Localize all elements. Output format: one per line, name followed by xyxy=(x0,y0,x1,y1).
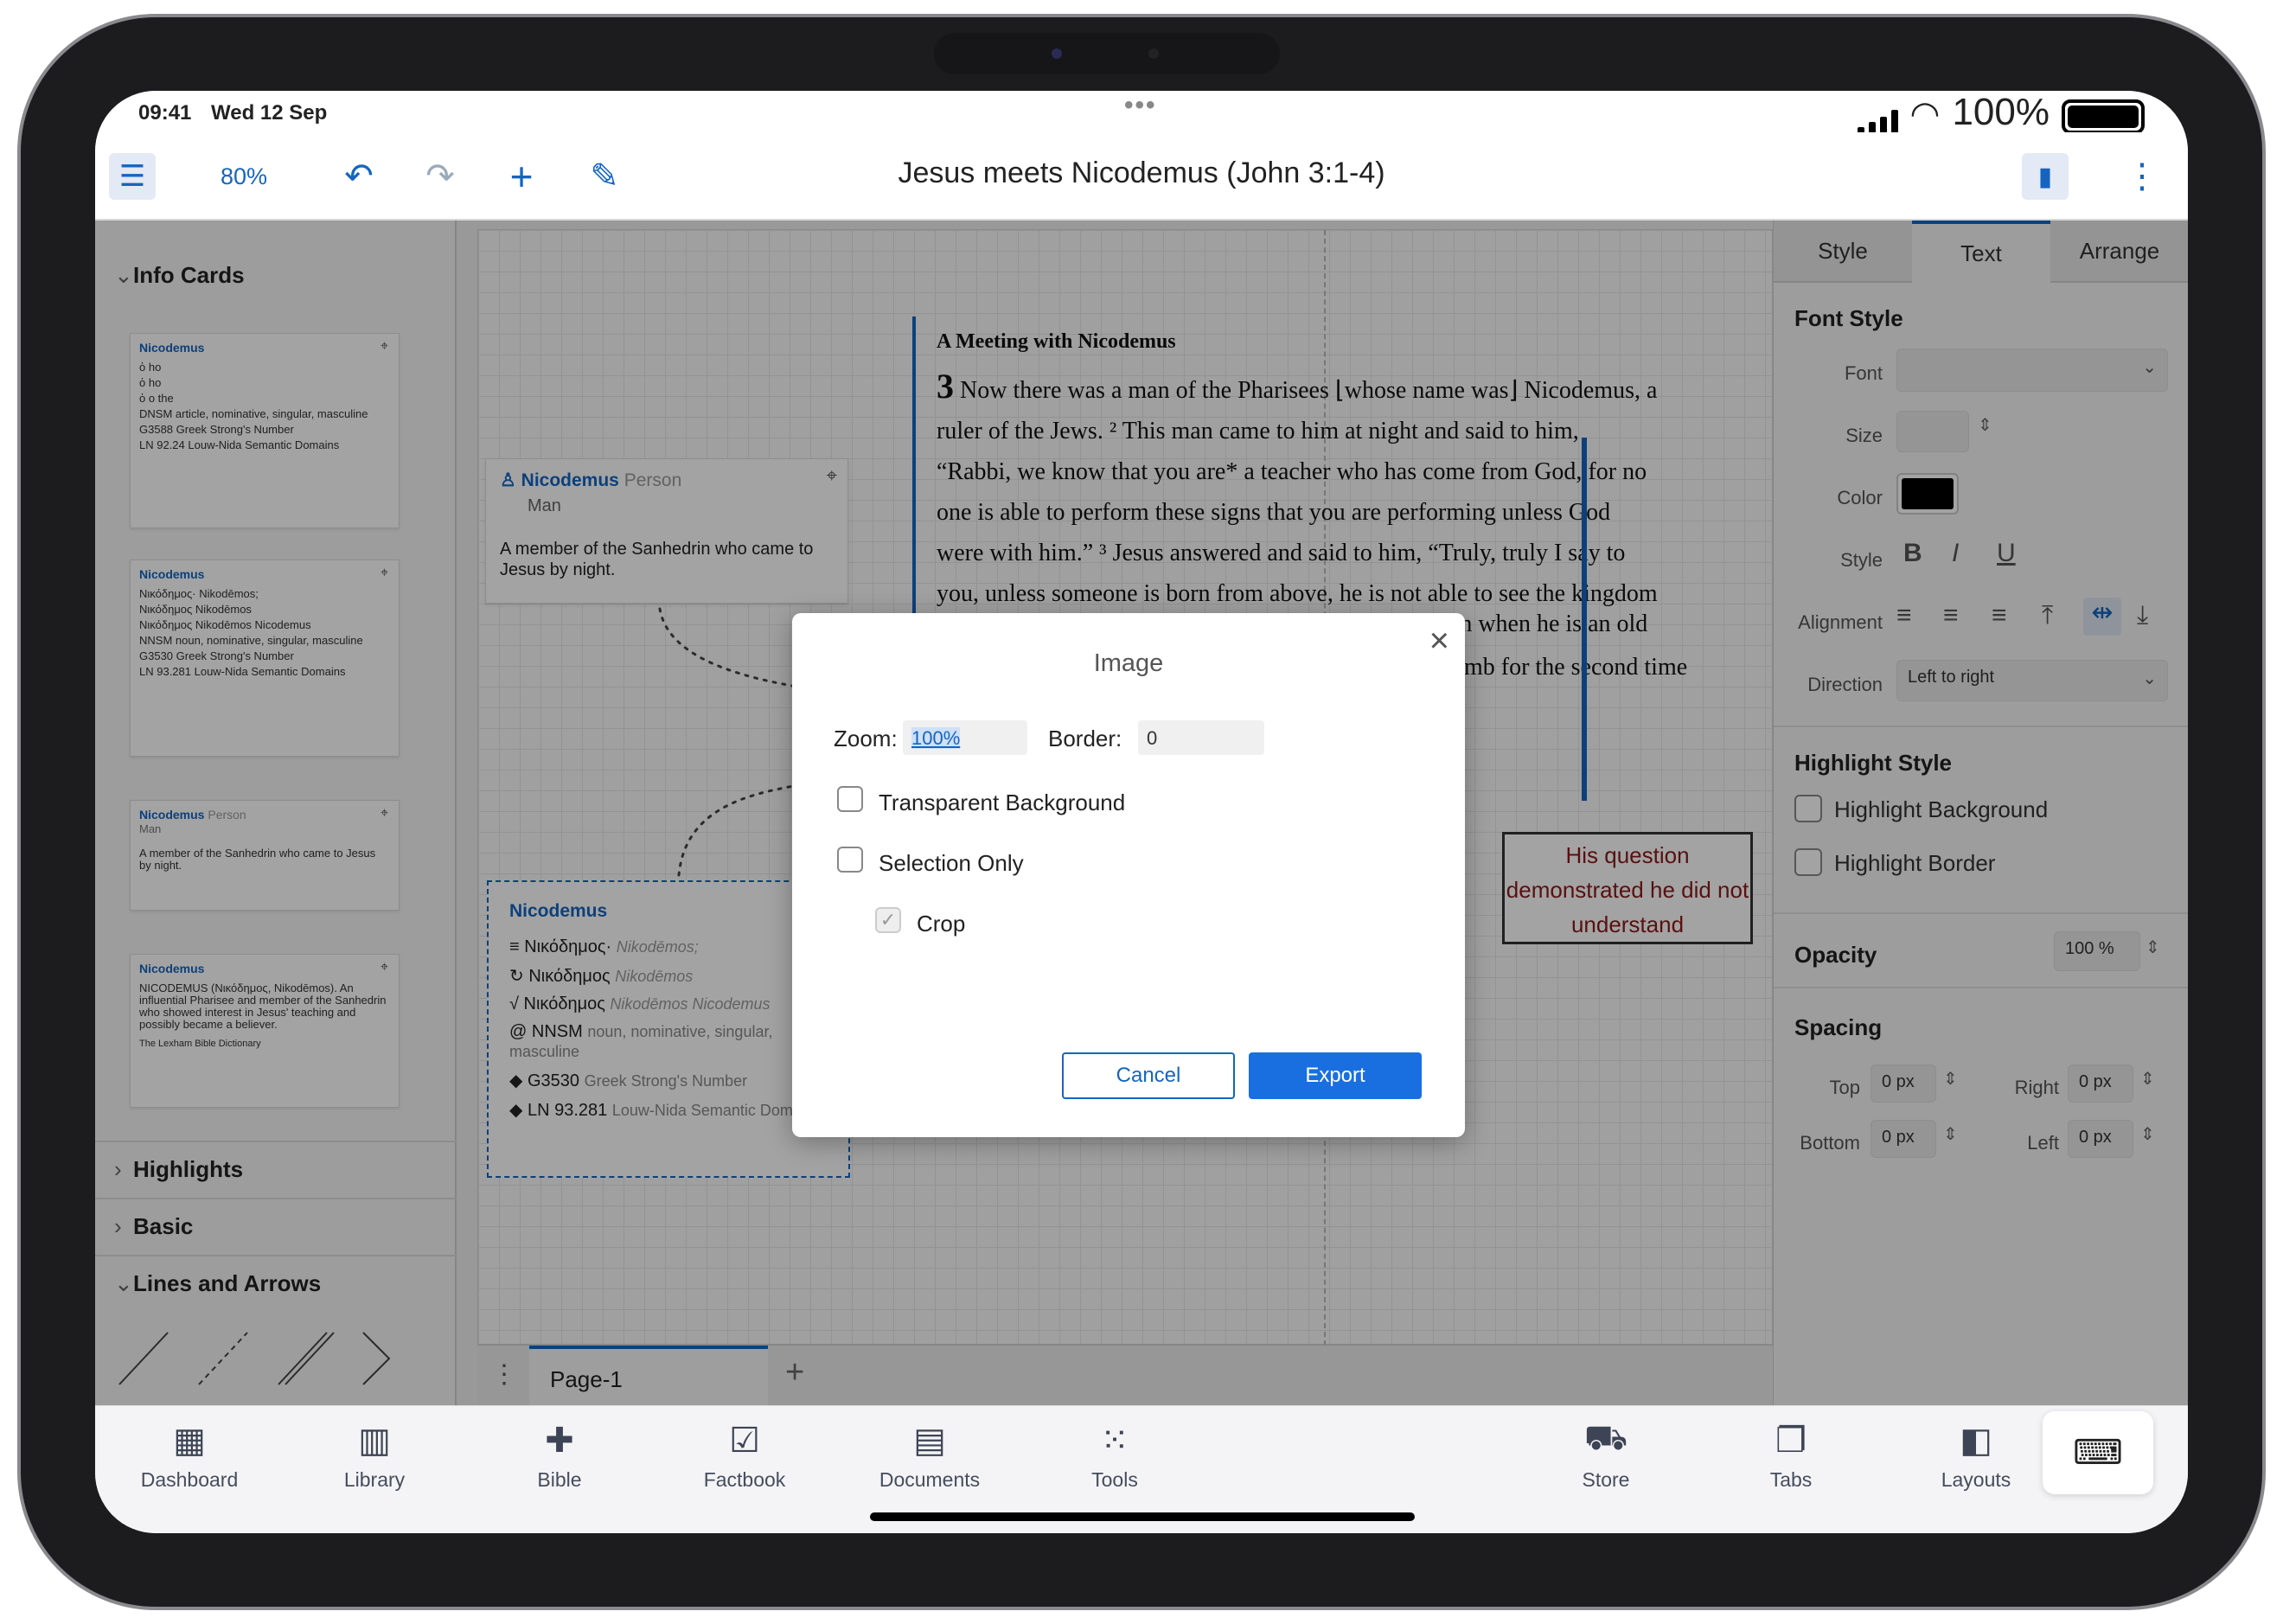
dock-label: Dashboard xyxy=(140,1468,239,1491)
tools-icon: ⁙ xyxy=(1100,1422,1129,1460)
dock-tabs[interactable]: ❐ Tabs xyxy=(1726,1418,1856,1492)
selection-only-checkbox[interactable] xyxy=(837,847,863,873)
dock-dashboard[interactable]: ▦ Dashboard xyxy=(125,1418,254,1492)
status-date: Wed 12 Sep xyxy=(211,101,328,125)
home-indicator[interactable] xyxy=(870,1512,1415,1521)
dock-label: Library xyxy=(343,1468,406,1491)
library-icon: ▥ xyxy=(358,1422,391,1460)
dock-label: Layouts xyxy=(1941,1468,2011,1491)
dock-label: Bible xyxy=(537,1468,582,1491)
dock-library[interactable]: ▥ Library xyxy=(310,1418,439,1492)
image-export-dialog: Image × Zoom: 100% Border: 0 Transparent… xyxy=(792,613,1465,1137)
document-title: Jesus meets Nicodemus (John 3:1-4) xyxy=(898,157,1385,189)
wifi-icon: ◠ xyxy=(1909,96,1941,133)
dock-label: Factbook xyxy=(703,1468,786,1491)
transparent-background-label: Transparent Background xyxy=(879,790,1126,815)
dock-documents[interactable]: ▤ Documents xyxy=(865,1418,994,1492)
camera-housing xyxy=(934,33,1280,74)
status-right: ◠ 100% xyxy=(1857,96,2145,134)
border-input[interactable]: 0 xyxy=(1138,720,1264,755)
dock-label: Store xyxy=(1582,1468,1630,1491)
dock-label: Tabs xyxy=(1769,1468,1813,1491)
crop-checkbox[interactable]: ✓ xyxy=(875,907,901,933)
cancel-button[interactable]: Cancel xyxy=(1062,1052,1235,1099)
dock-factbook[interactable]: ☑ Factbook xyxy=(680,1418,809,1492)
factbook-icon: ☑ xyxy=(729,1422,760,1460)
close-icon[interactable]: × xyxy=(1429,622,1449,661)
dock-label: Documents xyxy=(879,1468,981,1491)
multitask-dots[interactable]: ••• xyxy=(1124,91,1157,120)
border-label: Border: xyxy=(1048,726,1122,751)
crop-label: Crop xyxy=(917,911,966,937)
transparent-background-checkbox[interactable] xyxy=(837,786,863,812)
checkmark-icon: ✓ xyxy=(879,909,897,930)
dock-bible[interactable]: ✚ Bible xyxy=(495,1418,624,1492)
dock-label: Tools xyxy=(1091,1468,1138,1491)
export-button[interactable]: Export xyxy=(1249,1052,1422,1099)
zoom-label: Zoom: xyxy=(834,726,898,751)
dialog-title: Image xyxy=(1093,649,1164,677)
signal-icon xyxy=(1857,108,1898,134)
selection-only-label: Selection Only xyxy=(879,850,1024,876)
layouts-icon: ◧ xyxy=(1960,1422,1992,1460)
keyboard-icon[interactable]: ⌨ xyxy=(2043,1411,2153,1494)
zoom-input[interactable]: 100% xyxy=(903,720,1027,755)
bible-icon: ✚ xyxy=(545,1422,574,1460)
side-panel-icon[interactable]: ▮ xyxy=(2022,153,2069,200)
dashboard-icon: ▦ xyxy=(173,1422,206,1460)
battery-icon xyxy=(2062,99,2145,134)
cart-icon: ⛟ xyxy=(1583,1419,1628,1457)
zoom-input-value: 100% xyxy=(911,727,961,749)
top-toolbar: ☰ 80% ↶ ↷ + ✎ Jesus meets Nicodemus (Joh… xyxy=(95,132,2188,221)
screen: 09:41 Wed 12 Sep ••• ◠ 100% ☰ 80% ↶ ↷ + … xyxy=(95,91,2188,1533)
dock-tools[interactable]: ⁙ Tools xyxy=(1050,1418,1180,1492)
more-options-icon[interactable]: ⋮ xyxy=(2119,153,2165,200)
status-bar: 09:41 Wed 12 Sep ••• ◠ 100% xyxy=(95,91,2188,134)
dock-store[interactable]: ⛟ Store xyxy=(1541,1418,1671,1492)
tabs-icon: ❐ xyxy=(1775,1422,1807,1460)
dock-layouts[interactable]: ◧ Layouts xyxy=(1911,1418,2041,1492)
battery-percent: 100% xyxy=(1952,96,2050,133)
status-time: 09:41 xyxy=(138,101,192,125)
documents-icon: ▤ xyxy=(913,1422,946,1460)
